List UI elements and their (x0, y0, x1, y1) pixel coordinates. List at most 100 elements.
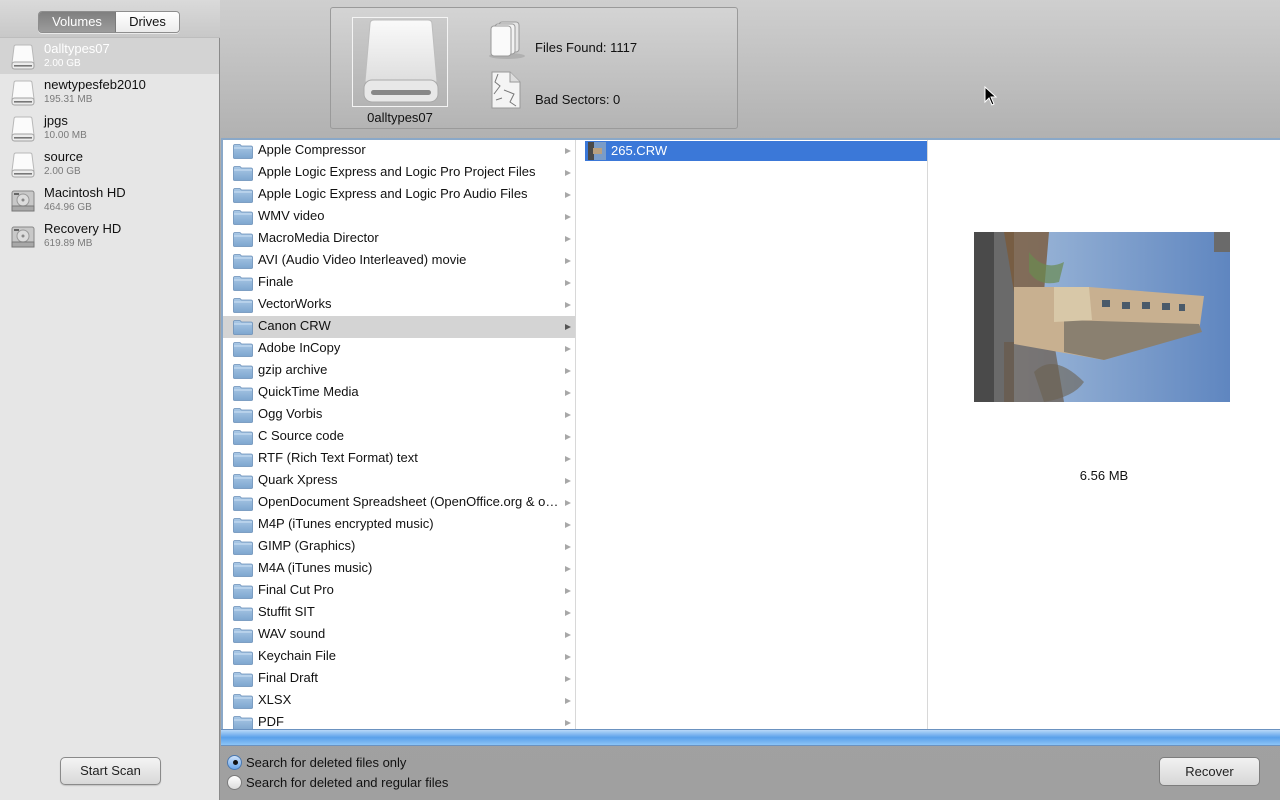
category-row[interactable]: Apple Compressor (223, 140, 575, 162)
file-browser: Apple Compressor Apple Logic Express and … (221, 138, 1280, 729)
folder-icon (233, 144, 253, 159)
tab-volumes[interactable]: Volumes (39, 12, 116, 32)
radio-button-checked[interactable] (227, 754, 242, 770)
disclosure-arrow-icon (565, 192, 571, 198)
volume-item[interactable]: source 2.00 GB (0, 146, 219, 182)
category-label: GIMP (Graphics) (258, 538, 356, 553)
category-row[interactable]: OpenDocument Spreadsheet (OpenOffice.org… (223, 492, 575, 514)
disclosure-arrow-icon (565, 258, 571, 264)
category-label: MacroMedia Director (258, 230, 379, 245)
category-row[interactable]: Ogg Vorbis (223, 404, 575, 426)
file-row[interactable]: 265.CRW (585, 141, 927, 161)
hard-drive-icon (10, 188, 36, 214)
category-row[interactable]: Apple Logic Express and Logic Pro Projec… (223, 162, 575, 184)
disclosure-arrow-icon (565, 522, 571, 528)
folder-icon (233, 452, 253, 467)
category-row[interactable]: RTF (Rich Text Format) text (223, 448, 575, 470)
category-row[interactable]: MacroMedia Director (223, 228, 575, 250)
folder-icon (233, 276, 253, 291)
folder-icon (233, 540, 253, 555)
folder-icon (233, 320, 253, 335)
category-row[interactable]: WMV video (223, 206, 575, 228)
recover-button[interactable]: Recover (1159, 757, 1260, 786)
category-label: QuickTime Media (258, 384, 359, 399)
mouse-cursor-icon (984, 86, 998, 106)
disclosure-arrow-icon (565, 500, 571, 506)
folder-icon (233, 166, 253, 181)
disclosure-arrow-icon (565, 478, 571, 484)
category-row[interactable]: gzip archive (223, 360, 575, 382)
category-row[interactable]: Stuffit SIT (223, 602, 575, 624)
category-row[interactable]: C Source code (223, 426, 575, 448)
disclosure-arrow-icon (565, 148, 571, 154)
category-label: Ogg Vorbis (258, 406, 323, 421)
disclosure-arrow-icon (565, 456, 571, 462)
category-row[interactable]: VectorWorks (223, 294, 575, 316)
radio-label: Search for deleted and regular files (246, 774, 449, 790)
folder-icon (233, 342, 253, 357)
category-row[interactable]: Final Cut Pro (223, 580, 575, 602)
category-row[interactable]: QuickTime Media (223, 382, 575, 404)
start-scan-button[interactable]: Start Scan (60, 757, 161, 785)
folder-icon (233, 628, 253, 643)
category-row[interactable]: PDF (223, 712, 575, 729)
radio-deleted-only[interactable]: Search for deleted files only (227, 753, 406, 771)
volume-item[interactable]: jpgs 10.00 MB (0, 110, 219, 146)
disclosure-arrow-icon (565, 698, 571, 704)
category-row[interactable]: XLSX (223, 690, 575, 712)
disclosure-arrow-icon (565, 654, 571, 660)
category-row[interactable]: M4A (iTunes music) (223, 558, 575, 580)
folder-icon (233, 386, 253, 401)
category-row[interactable]: Apple Logic Express and Logic Pro Audio … (223, 184, 575, 206)
category-label: XLSX (258, 692, 292, 707)
category-row[interactable]: Final Draft (223, 668, 575, 690)
category-row[interactable]: GIMP (Graphics) (223, 536, 575, 558)
category-label: Apple Logic Express and Logic Pro Audio … (258, 186, 528, 201)
preview-file-size: 6.56 MB (1079, 468, 1129, 483)
image-thumbnail-icon (588, 142, 606, 160)
folder-icon (233, 408, 253, 423)
category-label: Finale (258, 274, 294, 289)
category-row[interactable]: Adobe InCopy (223, 338, 575, 360)
radio-deleted-and-regular[interactable]: Search for deleted and regular files (227, 773, 448, 791)
folder-icon (233, 298, 253, 313)
volume-item[interactable]: newtypesfeb2010 195.31 MB (0, 74, 219, 110)
category-row[interactable]: WAV sound (223, 624, 575, 646)
category-column[interactable]: Apple Compressor Apple Logic Express and … (223, 140, 576, 729)
disclosure-arrow-icon (565, 368, 571, 374)
folder-icon (233, 562, 253, 577)
removable-drive-icon (363, 19, 439, 103)
tab-drives[interactable]: Drives (116, 12, 179, 32)
category-label: RTF (Rich Text Format) text (258, 450, 418, 465)
category-row[interactable]: AVI (Audio Video Interleaved) movie (223, 250, 575, 272)
disclosure-arrow-icon (565, 720, 571, 726)
category-row[interactable]: Canon CRW (223, 316, 575, 338)
folder-icon (233, 254, 253, 269)
folder-icon (233, 584, 253, 599)
category-label: Adobe InCopy (258, 340, 341, 355)
folder-icon (233, 496, 253, 511)
volume-item[interactable]: 0alltypes07 2.00 GB (0, 38, 219, 74)
category-label: M4A (iTunes music) (258, 560, 373, 575)
disclosure-arrow-icon (565, 632, 571, 638)
category-label: Apple Compressor (258, 142, 366, 157)
category-label: Final Cut Pro (258, 582, 334, 597)
file-column[interactable]: 265.CRW (576, 140, 928, 729)
category-row[interactable]: M4P (iTunes encrypted music) (223, 514, 575, 536)
disclosure-arrow-icon (565, 588, 571, 594)
category-label: Quark Xpress (258, 472, 338, 487)
disclosure-arrow-icon (565, 302, 571, 308)
volume-item[interactable]: Macintosh HD 464.96 GB (0, 182, 219, 218)
category-row[interactable]: Keychain File (223, 646, 575, 668)
bad-sectors-icon (491, 71, 521, 109)
bad-sectors-count: Bad Sectors: 0 (535, 92, 621, 107)
volume-name: newtypesfeb2010 (44, 77, 146, 92)
category-row[interactable]: Finale (223, 272, 575, 294)
volume-item[interactable]: Recovery HD 619.89 MB (0, 218, 219, 254)
category-row[interactable]: Quark Xpress (223, 470, 575, 492)
disclosure-arrow-icon (565, 170, 571, 176)
volume-size: 2.00 GB (44, 166, 81, 177)
category-label: WAV sound (258, 626, 326, 641)
volume-name: 0alltypes07 (44, 41, 110, 56)
radio-button-unchecked[interactable] (227, 774, 242, 790)
